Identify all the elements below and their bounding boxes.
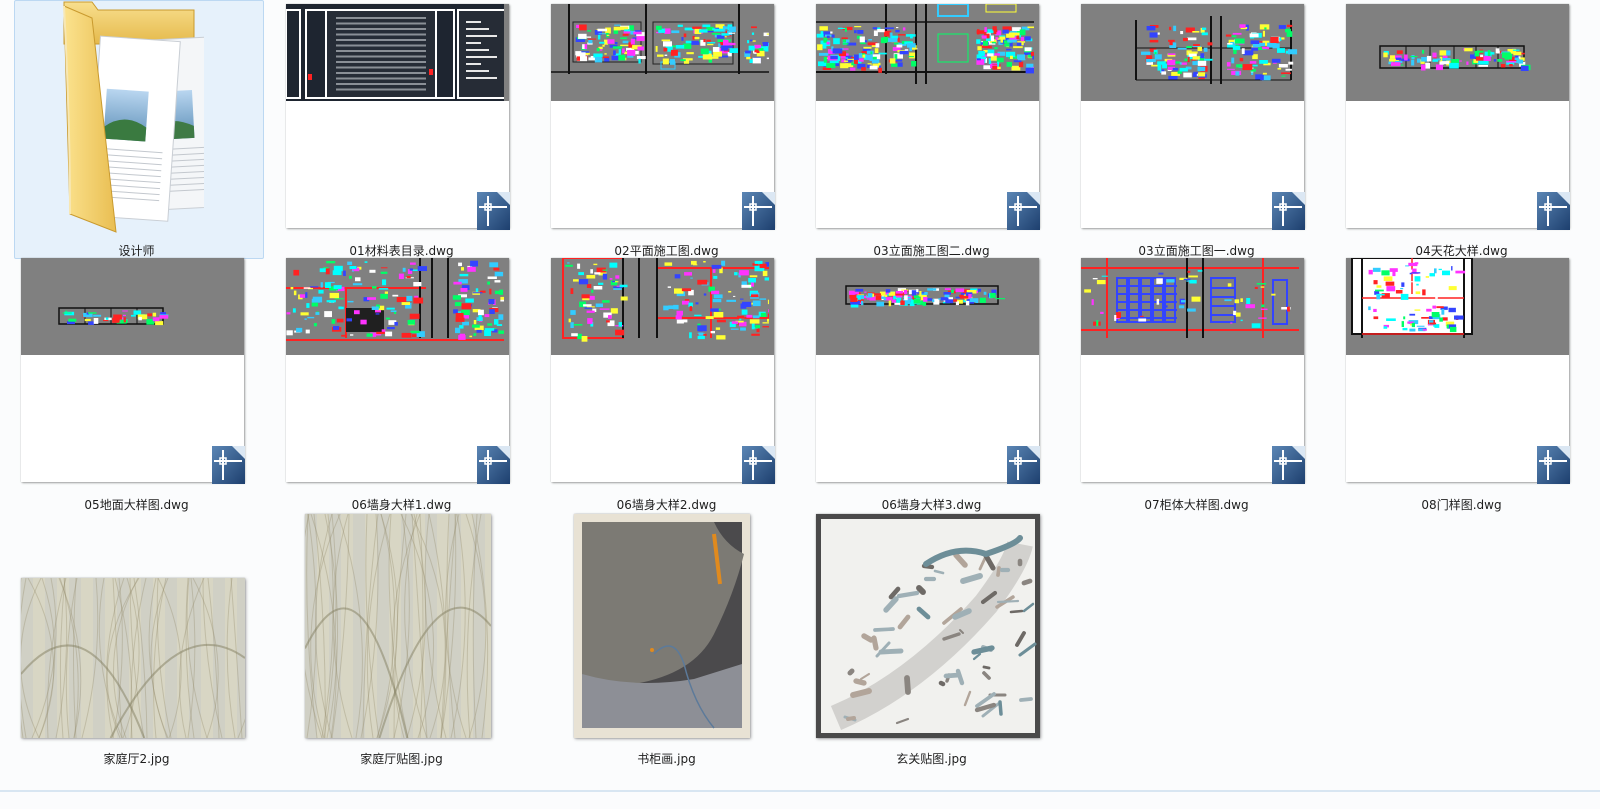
dwg-file-icon xyxy=(1007,446,1040,484)
file-item[interactable]: 06墙身大样1.dwg xyxy=(269,258,534,518)
file-name-label: 03立面施工图一.dwg xyxy=(1138,244,1255,258)
dwg-file-icon xyxy=(1272,192,1305,230)
dwg-thumbnail xyxy=(286,258,509,482)
file-name-label: 06墙身大样1.dwg xyxy=(351,498,452,512)
dwg-file-icon xyxy=(742,446,775,484)
cad-preview xyxy=(1081,258,1304,355)
dwg-thumbnail xyxy=(286,4,509,228)
file-name-label: 01材料表目录.dwg xyxy=(349,244,454,258)
file-name-label: 05地面大样图.dwg xyxy=(84,498,189,512)
dwg-thumbnail xyxy=(551,4,774,228)
dwg-file-icon xyxy=(477,446,510,484)
file-name-label: 设计师 xyxy=(118,244,155,258)
dwg-thumbnail xyxy=(1081,4,1304,228)
dwg-file-icon xyxy=(1007,192,1040,230)
file-name-label: 06墙身大样2.dwg xyxy=(616,498,717,512)
cad-preview xyxy=(816,4,1039,101)
dwg-file-icon xyxy=(742,192,775,230)
file-name-label: 02平面施工图.dwg xyxy=(614,244,719,258)
file-name-label: 03立面施工图二.dwg xyxy=(873,244,990,258)
file-item[interactable]: 07柜体大样图.dwg xyxy=(1064,258,1329,518)
cad-preview xyxy=(286,258,509,355)
dwg-thumbnail xyxy=(1346,258,1569,482)
file-grid: 设计师 01材料表目录.dwg 02平面施工图.dwg 03立面施工图二.dwg… xyxy=(0,0,1600,809)
file-item[interactable]: 08门样图.dwg xyxy=(1329,258,1594,518)
file-item[interactable]: 05地面大样图.dwg xyxy=(4,258,269,518)
cad-preview xyxy=(1346,4,1569,101)
file-item[interactable]: 03立面施工图一.dwg xyxy=(1064,4,1329,264)
cad-preview xyxy=(1081,4,1304,101)
dwg-thumbnail xyxy=(21,258,244,482)
file-item[interactable]: 家庭厅2.jpg xyxy=(4,514,269,772)
file-item[interactable]: 01材料表目录.dwg xyxy=(269,4,534,264)
folder-item[interactable]: 设计师 xyxy=(4,0,269,264)
dwg-file-icon xyxy=(1537,192,1570,230)
dwg-thumbnail xyxy=(1346,4,1569,228)
cad-preview xyxy=(816,258,1039,355)
file-item[interactable]: 04天花大样.dwg xyxy=(1329,4,1594,264)
dwg-thumbnail xyxy=(816,4,1039,228)
dwg-file-icon xyxy=(477,192,510,230)
file-name-label: 06墙身大样3.dwg xyxy=(881,498,982,512)
file-item[interactable]: 03立面施工图二.dwg xyxy=(799,4,1064,264)
file-item[interactable]: 06墙身大样2.dwg xyxy=(534,258,799,518)
file-item[interactable]: 06墙身大样3.dwg xyxy=(799,258,1064,518)
file-name-label: 家庭厅2.jpg xyxy=(103,752,170,766)
file-name-label: 04天花大样.dwg xyxy=(1415,244,1508,258)
dwg-thumbnail xyxy=(551,258,774,482)
dwg-file-icon xyxy=(1537,446,1570,484)
file-name-label: 家庭厅贴图.jpg xyxy=(360,752,443,766)
file-item[interactable]: 家庭厅贴图.jpg xyxy=(269,514,534,772)
image-thumbnail xyxy=(305,514,491,738)
dwg-file-icon xyxy=(212,446,245,484)
image-thumbnail xyxy=(816,514,1040,738)
file-name-label: 玄关贴图.jpg xyxy=(896,752,967,766)
file-item[interactable]: 02平面施工图.dwg xyxy=(534,4,799,264)
image-thumbnail xyxy=(574,514,750,738)
cad-preview xyxy=(21,258,244,355)
file-name-label: 07柜体大样图.dwg xyxy=(1144,498,1249,512)
image-thumbnail xyxy=(21,578,245,738)
cad-preview xyxy=(1346,258,1569,355)
file-name-label: 书柜画.jpg xyxy=(637,752,696,766)
cad-preview xyxy=(286,4,509,101)
file-item[interactable]: 玄关贴图.jpg xyxy=(799,514,1064,772)
folder-icon xyxy=(34,0,227,240)
cad-preview xyxy=(551,258,774,355)
cad-preview xyxy=(551,4,774,101)
dwg-thumbnail xyxy=(1081,258,1304,482)
status-divider xyxy=(0,790,1600,792)
dwg-file-icon xyxy=(1272,446,1305,484)
dwg-thumbnail xyxy=(816,258,1039,482)
file-name-label: 08门样图.dwg xyxy=(1421,498,1502,512)
file-item[interactable]: 书柜画.jpg xyxy=(534,514,799,772)
